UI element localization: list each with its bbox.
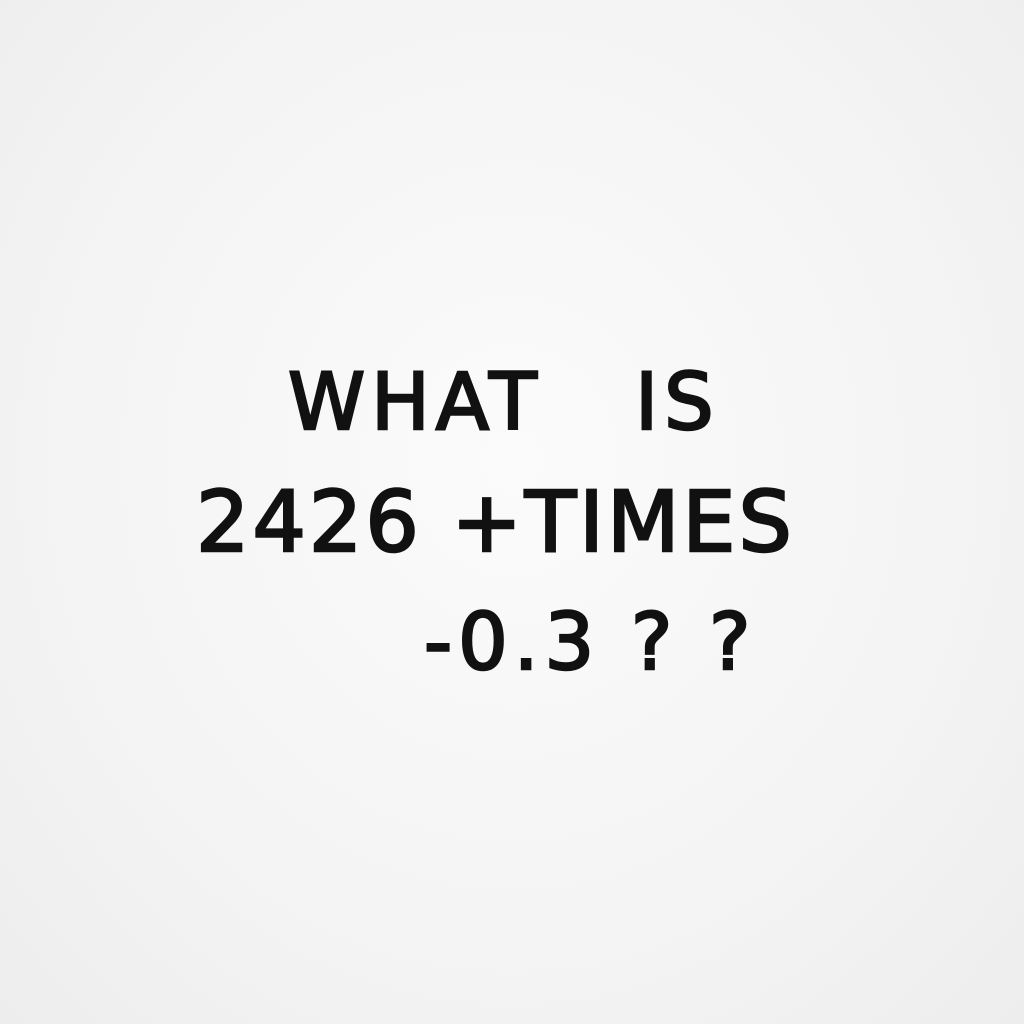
paper-background: WHAT IS 2426 +TIMES -0.3 ? ? xyxy=(0,0,1024,1024)
note-line-what-is: WHAT IS xyxy=(287,358,720,448)
note-line-number-times: 2426 +TIMES xyxy=(195,473,795,571)
note-line-value-question: -0.3 ? ? xyxy=(423,598,757,688)
handwritten-note: WHAT IS 2426 +TIMES -0.3 ? ? xyxy=(0,0,1024,1024)
